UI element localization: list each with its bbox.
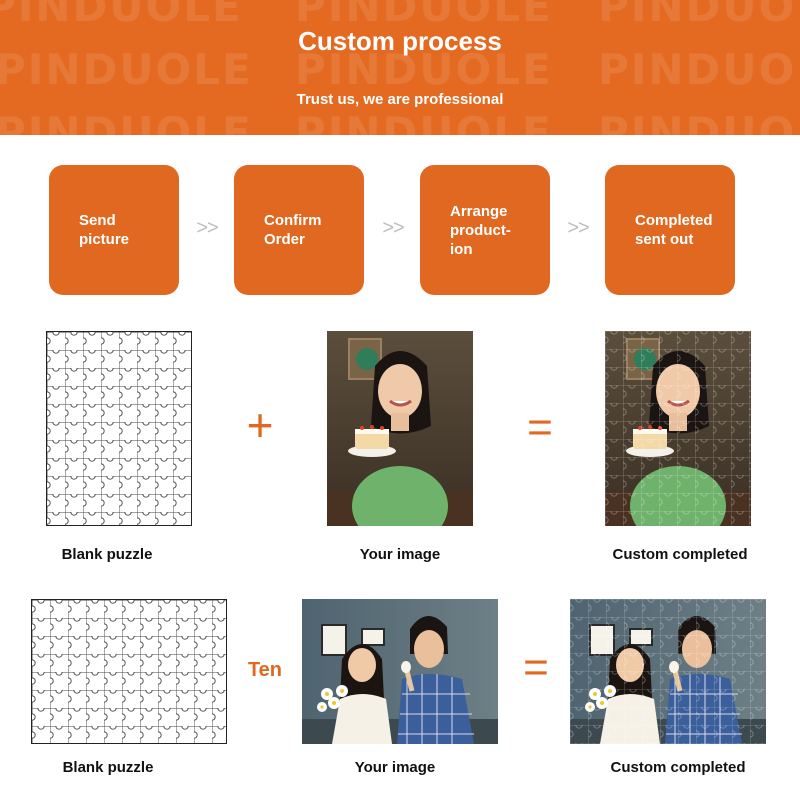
page-title: Custom process <box>298 26 502 56</box>
caption-your-image: Your image <box>354 759 436 776</box>
caption-blank-puzzle: Blank puzzle <box>61 546 153 563</box>
couple-photo <box>302 599 498 744</box>
header-banner: PINDUOLE PINDUOLE PINDUOLE PINDUOLE PIND… <box>0 0 800 135</box>
step-label: Completed sent out <box>635 212 713 248</box>
watermark: PINDUOLE <box>598 108 800 135</box>
caption-blank-puzzle: Blank puzzle <box>62 759 154 776</box>
custom-puzzle-result <box>605 331 751 526</box>
watermark: PINDUOLE <box>295 108 553 135</box>
step-arrow-icon: >> <box>196 217 218 239</box>
page-subtitle: Trust us, we are professional <box>296 91 504 108</box>
equals-operator: = <box>523 643 549 692</box>
caption-custom-completed: Custom completed <box>610 759 746 776</box>
step-arrow-icon: >> <box>567 217 589 239</box>
caption-custom-completed: Custom completed <box>612 546 748 563</box>
step-completed-sent-out: Completed sent out <box>605 165 735 295</box>
step-confirm-order: Confirm Order <box>234 165 364 295</box>
blank-puzzle-image <box>31 599 227 744</box>
step-arrange-production: Arrange product- ion <box>420 165 550 295</box>
step-label: Send picture <box>79 212 130 248</box>
step-send-picture: Send picture <box>49 165 179 295</box>
plus-operator: + <box>246 399 274 451</box>
step-label: Arrange product- ion <box>450 202 511 258</box>
blank-puzzle-image <box>46 331 192 526</box>
portrait-photo <box>327 331 473 526</box>
watermark: PINDUOLE <box>0 108 253 135</box>
custom-puzzle-result <box>570 599 766 744</box>
step-arrow-icon: >> <box>382 217 404 239</box>
caption-your-image: Your image <box>359 546 441 563</box>
step-label: Confirm Order <box>264 212 322 248</box>
equals-operator: = <box>527 403 553 452</box>
ten-pieces-label: Ten <box>247 659 283 681</box>
